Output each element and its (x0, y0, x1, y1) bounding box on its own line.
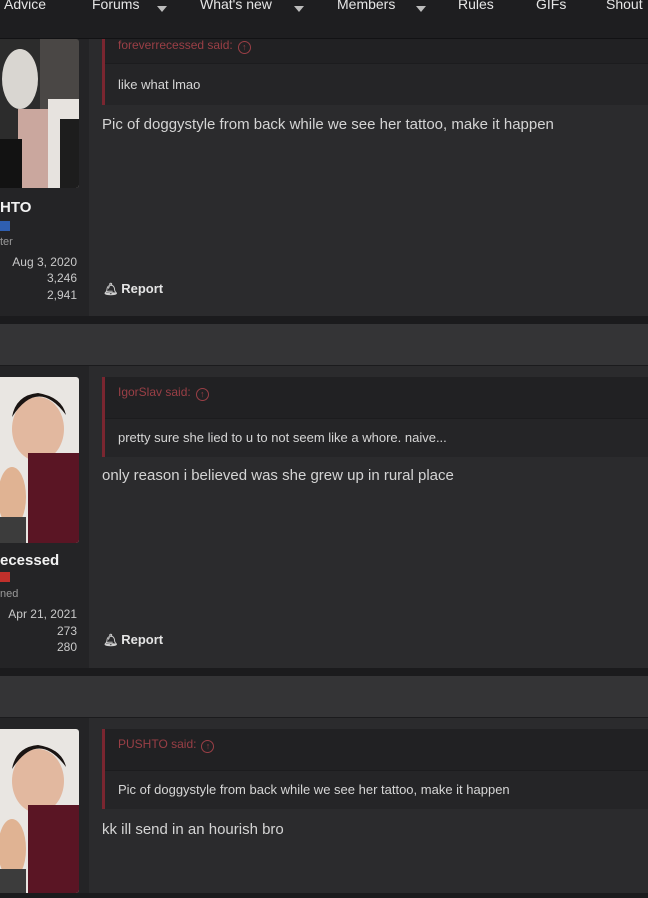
chevron-down-icon[interactable] (294, 6, 304, 12)
reaction-score: 280 (56, 640, 77, 654)
quote-body: like what lmao (105, 63, 648, 105)
quote-block: PUSHTO said: ↑ Pic of doggystyle from bac… (102, 729, 648, 809)
message-count: 273 (56, 624, 77, 638)
arrow-up-circle-icon[interactable]: ↑ (237, 41, 251, 54)
nav-whats-new[interactable]: What's new (200, 0, 272, 12)
message-text: kk ill send in an hourish bro (102, 821, 284, 838)
quote-block: foreverrecessed said: ↑ like what lmao (102, 38, 648, 105)
quote-author[interactable]: foreverrecessed said: (118, 38, 233, 52)
username[interactable]: ecessed (0, 552, 59, 569)
nav-shoutbox[interactable]: Shout (606, 0, 643, 12)
quote-body: pretty sure she lied to u to not seem li… (105, 418, 648, 457)
report-button[interactable]: 🔔︎ Report (103, 281, 163, 296)
post-content: PUSHTO said: ↑ Pic of doggystyle from bac… (89, 718, 648, 893)
report-button[interactable]: 🔔︎ Report (103, 632, 163, 647)
quote-attribution[interactable]: PUSHTO said: ↑ (118, 737, 215, 753)
nav-members[interactable]: Members (337, 0, 395, 12)
message-text: only reason i believed was she grew up i… (102, 467, 454, 484)
post-separator (0, 676, 648, 717)
join-date: Aug 3, 2020 (12, 255, 77, 269)
nav-advice[interactable]: Advice (4, 0, 46, 12)
report-label: Report (121, 632, 164, 647)
nav-gifs[interactable]: GIFs (536, 0, 566, 12)
quote-text: like what lmao (118, 77, 201, 92)
quote-text: pretty sure she lied to u to not seem li… (118, 430, 447, 445)
avatar[interactable] (0, 377, 79, 543)
arrow-up-circle-icon[interactable]: ↑ (195, 388, 209, 401)
user-title: ter (0, 236, 13, 248)
message-count: 3,246 (46, 271, 77, 285)
arrow-up-circle-icon[interactable]: ↑ (201, 740, 215, 753)
post: HTO ter Aug 3, 2020 3,246 2,941 foreverr… (0, 38, 648, 316)
chevron-down-icon[interactable] (416, 6, 426, 12)
bell-icon: 🔔︎ (103, 633, 119, 647)
quote-attribution[interactable]: foreverrecessed said: ↑ (118, 38, 251, 54)
bell-icon: 🔔︎ (103, 282, 119, 296)
quote-block: IgorSlav said: ↑ pretty sure she lied to … (102, 377, 648, 457)
top-navigation: Advice Forums What's new Members Rules G… (0, 0, 648, 39)
join-date: Apr 21, 2021 (8, 607, 77, 621)
post: PUSHTO said: ↑ Pic of doggystyle from bac… (0, 718, 648, 893)
reaction-score: 2,941 (46, 288, 77, 302)
nav-forums[interactable]: Forums (92, 0, 139, 12)
user-banner (0, 572, 10, 582)
avatar-image (0, 377, 79, 543)
chevron-down-icon[interactable] (157, 6, 167, 12)
report-label: Report (121, 281, 164, 296)
post-separator (0, 324, 648, 365)
post-content: foreverrecessed said: ↑ like what lmao Pi… (89, 38, 648, 316)
quote-author[interactable]: IgorSlav said: (118, 385, 191, 399)
quote-body: Pic of doggystyle from back while we see… (105, 770, 648, 809)
user-banner (0, 221, 10, 231)
user-sidebar (0, 718, 89, 893)
user-sidebar: ecessed ned Apr 21, 2021 273 280 (0, 366, 89, 668)
username[interactable]: HTO (0, 199, 31, 216)
avatar[interactable] (0, 39, 79, 188)
avatar-image (0, 39, 79, 188)
quote-attribution[interactable]: IgorSlav said: ↑ (118, 385, 209, 401)
user-sidebar: HTO ter Aug 3, 2020 3,246 2,941 (0, 39, 89, 316)
user-title: ned (0, 588, 19, 600)
quote-author[interactable]: PUSHTO said: (118, 737, 196, 751)
avatar-image (0, 729, 79, 893)
post-content: IgorSlav said: ↑ pretty sure she lied to … (89, 366, 648, 668)
message-text: Pic of doggystyle from back while we see… (102, 116, 554, 133)
quote-text: Pic of doggystyle from back while we see… (118, 782, 510, 797)
nav-rules[interactable]: Rules (458, 0, 494, 12)
avatar[interactable] (0, 729, 79, 893)
post: ecessed ned Apr 21, 2021 273 280 IgorSla… (0, 366, 648, 668)
